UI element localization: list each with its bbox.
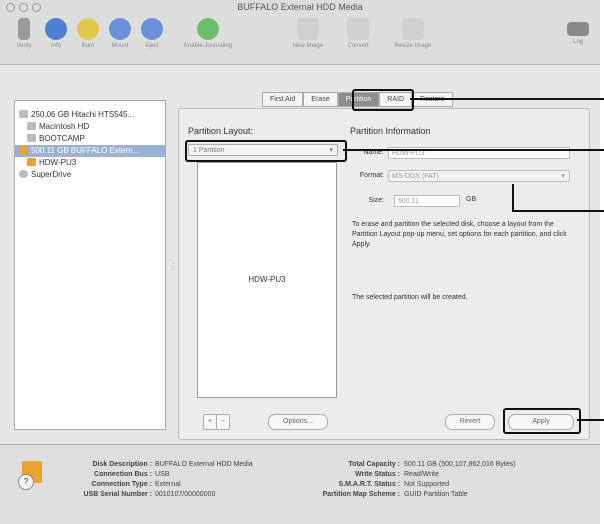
partition-information-label: Partition Information: [350, 126, 431, 136]
window-title: BUFFALO External HDD Media: [237, 2, 363, 12]
sidebar-item-hdw-pu3[interactable]: HDW-PU3: [15, 157, 165, 169]
tab-restore[interactable]: Restore: [412, 92, 453, 107]
minimize-window-button[interactable]: [19, 3, 28, 12]
info-value: External: [155, 481, 181, 488]
eject-icon: [141, 18, 163, 40]
info-key: Write Status :: [355, 471, 400, 478]
partition-diagram[interactable]: HDW-PU3: [197, 162, 337, 398]
info-key: Connection Bus :: [94, 471, 152, 478]
disk-info-bar: Disk Description : BUFFALO External HDD …: [0, 444, 600, 524]
info-key: Connection Type :: [91, 481, 152, 488]
partition-diagram-label: HDW-PU3: [248, 275, 286, 284]
disk-utility-window: BUFFALO External HDD Media Verify Info B…: [0, 0, 600, 524]
callout-leader: [512, 184, 514, 210]
info-value: USB: [155, 471, 170, 478]
size-label: Size:: [368, 197, 384, 204]
info-key: S.M.A.R.T. Status :: [338, 481, 400, 488]
revert-button[interactable]: Revert: [445, 414, 495, 430]
callout-apply-button: [503, 408, 581, 434]
callout-leader: [343, 149, 604, 151]
external-volume-icon: [27, 158, 36, 166]
callout-layout-select: [185, 140, 347, 162]
volume-icon: [27, 122, 36, 130]
info-value: Read/Write: [404, 471, 439, 478]
toolbar-new-image[interactable]: New Image: [286, 18, 330, 49]
format-select[interactable]: MS-DOS (FAT) ▾: [388, 170, 570, 182]
help-button[interactable]: ?: [18, 474, 34, 490]
window-controls: [6, 3, 41, 12]
info-icon: [45, 18, 67, 40]
info-value: 500.11 GB (500,107,862,016 Bytes): [404, 461, 516, 468]
info-value: GUID Partition Table: [404, 491, 468, 498]
tab-first-aid[interactable]: First Aid: [262, 92, 304, 107]
disk-icon: [19, 110, 28, 118]
sidebar-item-buffalo-disk[interactable]: 500.11 GB BUFFALO Extern...: [15, 145, 165, 157]
convert-icon: [347, 18, 369, 40]
partition-size-field[interactable]: 500.11: [394, 195, 460, 207]
mount-icon: [109, 18, 131, 40]
toolbar-log[interactable]: Log: [556, 18, 600, 45]
chevron-down-icon: ▾: [561, 173, 565, 180]
sidebar-item-superdrive[interactable]: SuperDrive: [15, 169, 165, 181]
info-value: 0010107/00000000: [155, 491, 216, 498]
tab-erase[interactable]: Erase: [303, 92, 338, 107]
splitter-handle[interactable]: ⋮: [169, 262, 177, 271]
toolbar-eject[interactable]: Eject: [130, 18, 174, 49]
callout-partition-tab: [352, 89, 414, 111]
new-image-icon: [297, 18, 319, 40]
toolbar: Verify Info Burn Mount Eject Enable Jour…: [0, 14, 600, 65]
resize-image-icon: [402, 18, 424, 40]
toolbar-resize-image[interactable]: Resize Image: [386, 18, 440, 49]
sidebar-item-macintosh-hd[interactable]: Macintosh HD: [15, 121, 165, 133]
journaling-icon: [197, 18, 219, 40]
info-value: Not Supported: [404, 481, 450, 488]
zoom-window-button[interactable]: [32, 3, 41, 12]
info-value: BUFFALO External HDD Media: [155, 461, 253, 468]
toolbar-enable-journaling[interactable]: Enable Journaling: [180, 18, 236, 49]
add-partition-button[interactable]: +: [203, 414, 217, 430]
burn-icon: [77, 18, 99, 40]
format-label: Format:: [359, 172, 384, 179]
sidebar-item-hitachi-disk[interactable]: 250.06 GB Hitachi HTS545...: [15, 109, 165, 121]
info-key: Disk Description :: [92, 461, 152, 468]
info-key: Total Capacity :: [348, 461, 400, 468]
optical-drive-icon: [19, 170, 28, 178]
info-key: Partition Map Scheme :: [322, 491, 400, 498]
external-disk-icon: [19, 146, 28, 154]
log-icon: [567, 22, 589, 36]
volume-icon: [27, 134, 36, 142]
callout-leader: [410, 98, 604, 100]
title-bar: BUFFALO External HDD Media: [0, 0, 600, 14]
remove-partition-button[interactable]: −: [216, 414, 230, 430]
microscope-icon: [18, 18, 30, 40]
toolbar-convert[interactable]: Convert: [336, 18, 380, 49]
close-window-button[interactable]: [6, 3, 15, 12]
partition-status: The selected partition will be created.: [352, 294, 468, 301]
callout-leader: [512, 210, 604, 212]
sidebar-item-bootcamp[interactable]: BOOTCAMP: [15, 133, 165, 145]
options-button[interactable]: Options...: [268, 414, 328, 430]
callout-leader: [577, 419, 604, 421]
disk-list-sidebar: 250.06 GB Hitachi HTS545... Macintosh HD…: [14, 100, 166, 430]
partition-instructions: To erase and partition the selected disk…: [352, 221, 567, 248]
size-unit: GB: [466, 196, 477, 203]
info-key: USB Serial Number :: [83, 491, 152, 498]
partition-layout-label: Partition Layout:: [188, 126, 254, 136]
